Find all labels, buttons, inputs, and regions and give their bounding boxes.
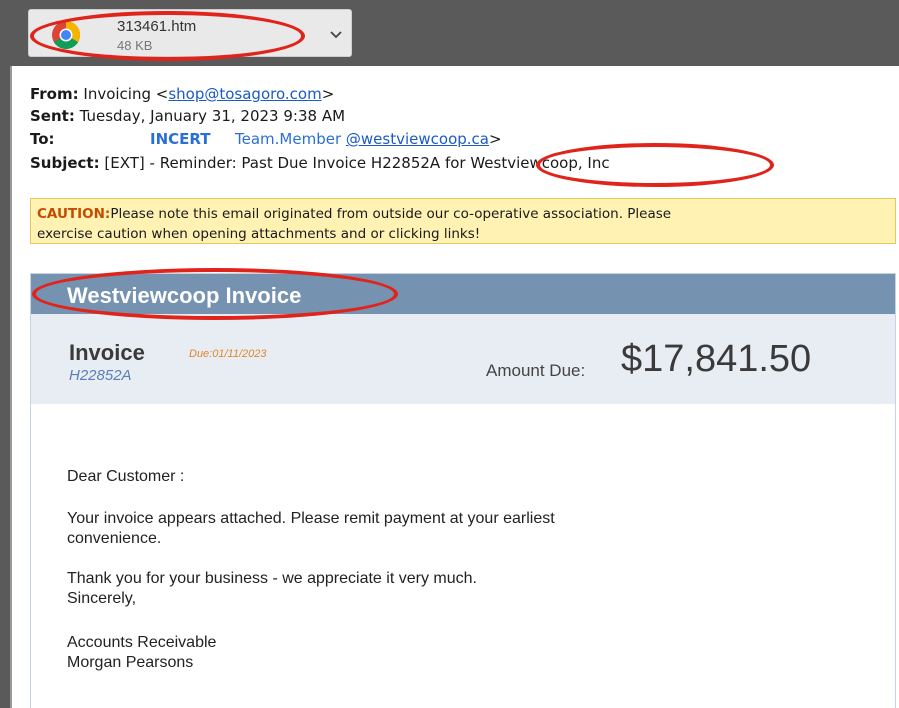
caution-label: CAUTION: [37,206,111,222]
sent-line: Sent: Tuesday, January 31, 2023 9:38 AM [30,107,345,125]
signature: Accounts Receivable Morgan Pearsons [67,633,216,673]
invoice-banner: Westviewcoop Invoice [31,274,895,314]
subject-label: Subject: [30,154,100,172]
paragraph-2-line2: Sincerely, [67,590,137,607]
window-frame-divider [10,66,12,708]
subject-value: [EXT] - Reminder: Past Due Invoice H2285… [104,154,610,172]
from-close: > [321,85,335,103]
caution-line2: exercise caution when opening attachment… [37,226,481,242]
window-frame-left [0,0,10,708]
greeting: Dear Customer : [67,468,185,485]
from-name: Invoicing < [83,85,169,103]
sent-value: Tuesday, January 31, 2023 9:38 AM [79,107,346,125]
chevron-down-icon[interactable] [329,27,343,41]
subject-line: Subject: [EXT] - Reminder: Past Due Invo… [30,154,610,172]
download-filename: 313461.htm [117,18,197,35]
chrome-icon [52,21,80,49]
download-size: 48 KB [117,38,153,53]
paragraph-2-line1: Thank you for your business - we appreci… [67,570,477,587]
amount-due-value: $17,841.50 [621,338,812,380]
paragraph-1: Your invoice appears attached. Please re… [67,509,555,549]
invoice-label: Invoice [69,340,145,365]
amount-due-label: Amount Due: [486,361,586,380]
paragraph-1-line1: Your invoice appears attached. Please re… [67,510,555,527]
invoice-summary: Invoice Due:01/11/2023 H22852A Amount Du… [31,314,895,404]
signature-line2: Morgan Pearsons [67,654,194,671]
paragraph-2: Thank you for your business - we appreci… [67,569,477,609]
invoice-number: H22852A [69,367,132,384]
sent-label: Sent: [30,107,75,125]
caution-banner: CAUTION:Please note this email originate… [30,198,896,244]
to-email-link[interactable]: @westviewcoop.ca [346,130,489,148]
banner-title: Westviewcoop Invoice [67,283,302,308]
invoice-due-date: Due:01/11/2023 [189,348,267,360]
to-close: > [488,130,502,148]
to-recipient: Team.Member @westviewcoop.ca> [235,130,502,148]
from-email-link[interactable]: shop@tosagoro.com [168,85,321,103]
to-label: To: [30,130,55,148]
caution-line1: Please note this email originated from o… [110,206,672,222]
download-item[interactable]: 313461.htm 48 KB [28,9,352,57]
email-body-card: Westviewcoop Invoice Invoice Due:01/11/2… [30,273,896,708]
from-label: From: [30,85,79,103]
signature-line1: Accounts Receivable [67,634,217,651]
from-line: From: Invoicing <shop@tosagoro.com> [30,85,334,103]
to-incert: INCERT [150,130,211,148]
to-name: Team.Member [235,130,342,148]
to-line: To: INCERT Team.Member @westviewcoop.ca> [30,130,730,150]
paragraph-1-line2: convenience. [67,530,162,547]
